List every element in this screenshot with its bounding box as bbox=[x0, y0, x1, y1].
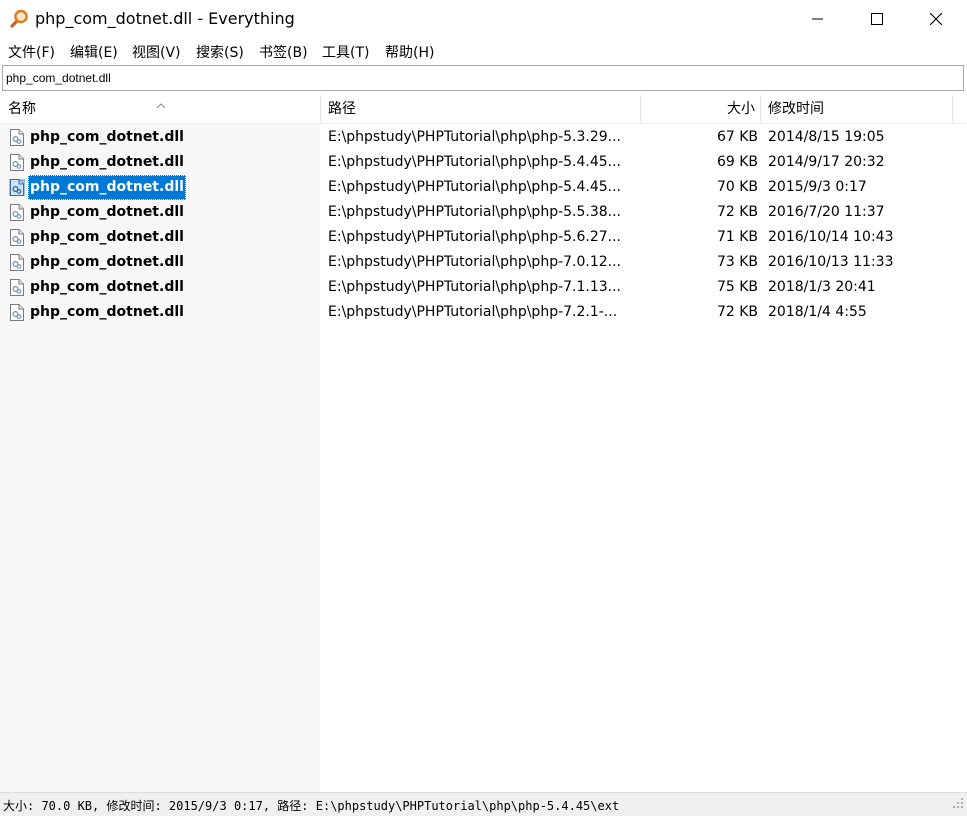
file-path: E:\phpstudy\PHPTutorial\php\php-5.6.27..… bbox=[328, 229, 622, 245]
file-path: E:\phpstudy\PHPTutorial\php\php-5.5.38..… bbox=[328, 204, 622, 220]
maximize-button[interactable] bbox=[848, 0, 906, 38]
table-row[interactable]: php_com_dotnet.dll E:\phpstudy\PHPTutori… bbox=[0, 125, 967, 150]
menu-edit[interactable]: 编辑(E) bbox=[70, 42, 118, 62]
window-title: php_com_dotnet.dll - Everything bbox=[35, 9, 295, 28]
file-name: php_com_dotnet.dll bbox=[30, 279, 184, 295]
table-row[interactable]: php_com_dotnet.dll E:\phpstudy\PHPTutori… bbox=[0, 250, 967, 275]
maximize-icon bbox=[871, 13, 883, 25]
file-path: E:\phpstudy\PHPTutorial\php\php-5.3.29..… bbox=[328, 129, 622, 145]
file-modified: 2014/9/17 20:32 bbox=[768, 154, 885, 170]
menu-tools[interactable]: 工具(T) bbox=[322, 42, 369, 62]
file-modified: 2015/9/3 0:17 bbox=[768, 179, 867, 195]
search-input[interactable] bbox=[6, 69, 956, 87]
file-modified: 2016/10/14 10:43 bbox=[768, 229, 894, 245]
file-name: php_com_dotnet.dll bbox=[30, 304, 184, 320]
dll-file-icon bbox=[9, 179, 25, 196]
column-divider[interactable] bbox=[760, 95, 761, 123]
minimize-icon bbox=[812, 13, 824, 25]
menu-bar: 文件(F) 编辑(E) 视图(V) 搜索(S) 书签(B) 工具(T) 帮助(H… bbox=[0, 38, 967, 64]
column-header-modified[interactable]: 修改时间 bbox=[768, 95, 824, 123]
file-name: php_com_dotnet.dll bbox=[30, 254, 184, 270]
column-header-size[interactable]: 大小 bbox=[640, 95, 755, 123]
file-name: php_com_dotnet.dll bbox=[30, 154, 184, 170]
file-size: 75 KB bbox=[716, 279, 758, 295]
table-row[interactable]: php_com_dotnet.dll E:\phpstudy\PHPTutori… bbox=[0, 275, 967, 300]
menu-file[interactable]: 文件(F) bbox=[8, 42, 55, 62]
file-size: 72 KB bbox=[716, 204, 758, 220]
title-bar[interactable]: php_com_dotnet.dll - Everything bbox=[0, 0, 967, 38]
file-size: 69 KB bbox=[716, 154, 758, 170]
status-text: 大小: 70.0 KB, 修改时间: 2015/9/3 0:17, 路径: E:… bbox=[3, 799, 620, 813]
dll-file-icon bbox=[9, 304, 25, 321]
file-path: E:\phpstudy\PHPTutorial\php\php-5.4.45..… bbox=[328, 154, 622, 170]
file-modified: 2016/7/20 11:37 bbox=[768, 204, 885, 220]
file-modified: 2018/1/4 4:55 bbox=[768, 304, 867, 320]
column-header-name[interactable]: 名称 bbox=[8, 95, 36, 123]
column-header: 名称 路径 大小 修改时间 bbox=[0, 95, 967, 124]
file-name: php_com_dotnet.dll bbox=[30, 129, 184, 145]
file-size: 70 KB bbox=[716, 179, 758, 195]
menu-help[interactable]: 帮助(H) bbox=[385, 42, 434, 62]
menu-view[interactable]: 视图(V) bbox=[132, 42, 181, 62]
file-modified: 2016/10/13 11:33 bbox=[768, 254, 894, 270]
file-name: php_com_dotnet.dll bbox=[30, 204, 184, 220]
search-box bbox=[2, 65, 964, 91]
close-button[interactable] bbox=[907, 0, 965, 38]
file-path: E:\phpstudy\PHPTutorial\php\php-5.4.45..… bbox=[328, 179, 622, 195]
dll-file-icon bbox=[9, 279, 25, 296]
minimize-button[interactable] bbox=[789, 0, 847, 38]
dll-file-icon bbox=[9, 204, 25, 221]
table-row[interactable]: php_com_dotnet.dll E:\phpstudy\PHPTutori… bbox=[0, 300, 967, 325]
file-modified: 2014/8/15 19:05 bbox=[768, 129, 885, 145]
file-path: E:\phpstudy\PHPTutorial\php\php-7.2.1-..… bbox=[328, 304, 618, 320]
status-bar: 大小: 70.0 KB, 修改时间: 2015/9/3 0:17, 路径: E:… bbox=[0, 792, 967, 816]
file-size: 67 KB bbox=[716, 129, 758, 145]
menu-search[interactable]: 搜索(S) bbox=[196, 42, 244, 62]
file-path: E:\phpstudy\PHPTutorial\php\php-7.1.13..… bbox=[328, 279, 622, 295]
sort-ascending-icon bbox=[156, 95, 166, 114]
close-icon bbox=[930, 13, 942, 25]
file-name: php_com_dotnet.dll bbox=[28, 175, 186, 200]
magnifier-icon bbox=[8, 8, 30, 30]
column-header-path[interactable]: 路径 bbox=[328, 95, 356, 123]
file-size: 71 KB bbox=[716, 229, 758, 245]
table-row-selected[interactable]: php_com_dotnet.dll E:\phpstudy\PHPTutori… bbox=[0, 175, 967, 200]
dll-file-icon bbox=[9, 129, 25, 146]
file-size: 73 KB bbox=[716, 254, 758, 270]
file-size: 72 KB bbox=[716, 304, 758, 320]
table-row[interactable]: php_com_dotnet.dll E:\phpstudy\PHPTutori… bbox=[0, 150, 967, 175]
dll-file-icon bbox=[9, 154, 25, 171]
dll-file-icon bbox=[9, 254, 25, 271]
file-path: E:\phpstudy\PHPTutorial\php\php-7.0.12..… bbox=[328, 254, 622, 270]
resize-grip-icon[interactable] bbox=[952, 794, 964, 813]
file-name: php_com_dotnet.dll bbox=[30, 229, 184, 245]
column-divider[interactable] bbox=[952, 95, 953, 123]
menu-bookmarks[interactable]: 书签(B) bbox=[259, 42, 308, 62]
file-modified: 2018/1/3 20:41 bbox=[768, 279, 876, 295]
table-row[interactable]: php_com_dotnet.dll E:\phpstudy\PHPTutori… bbox=[0, 200, 967, 225]
table-row[interactable]: php_com_dotnet.dll E:\phpstudy\PHPTutori… bbox=[0, 225, 967, 250]
dll-file-icon bbox=[9, 229, 25, 246]
column-divider[interactable] bbox=[320, 95, 321, 123]
